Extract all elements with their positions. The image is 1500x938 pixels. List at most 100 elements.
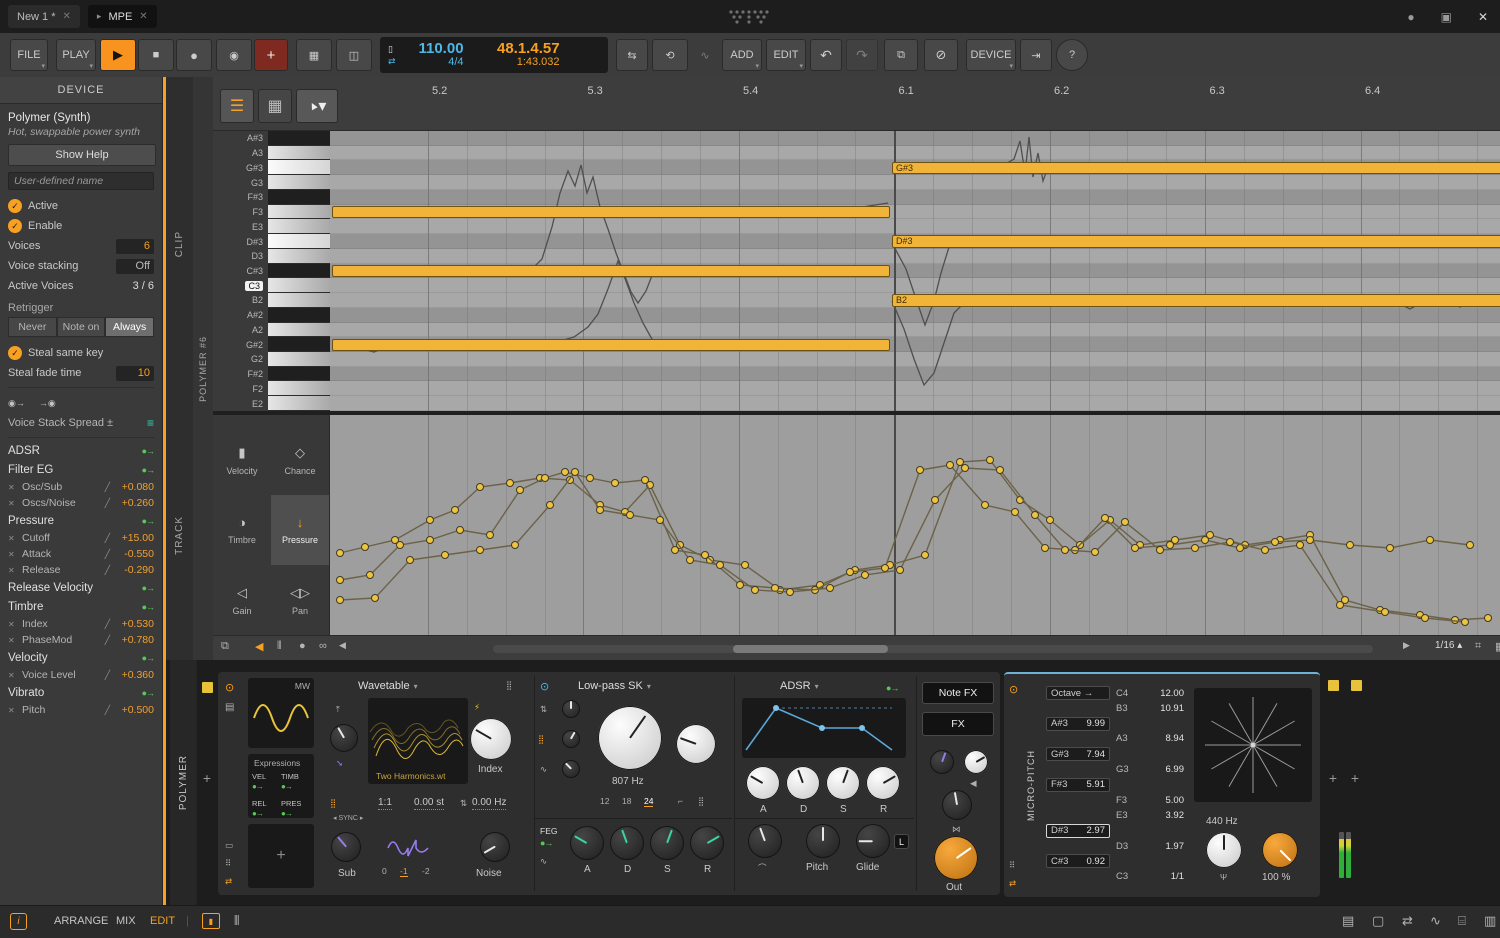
pressure-point[interactable] <box>917 467 924 474</box>
piano-key-row[interactable]: C3 <box>213 278 330 293</box>
steal-fade-time-value[interactable]: 10 <box>116 366 154 381</box>
pressure-point[interactable] <box>1157 547 1164 554</box>
sub-oct-2-option[interactable]: -2 <box>422 866 430 876</box>
remove-mod-icon[interactable]: ✕ <box>8 620 18 629</box>
route-in-icon[interactable]: ◉→ <box>8 398 25 409</box>
expression-source-rel[interactable]: REL●→ <box>252 799 281 818</box>
mod-target-row[interactable]: ✕Index╱+0.530 <box>8 616 154 632</box>
inspector-panel-icon[interactable]: ▢ <box>1372 913 1384 929</box>
toggle-row-active[interactable]: ✓Active <box>8 196 154 216</box>
remove-mod-icon[interactable]: ✕ <box>8 499 18 508</box>
env-curve-knob[interactable] <box>748 824 782 858</box>
transport-stop-button[interactable]: ■ <box>138 39 174 71</box>
pressure-point[interactable] <box>1262 547 1269 554</box>
mod-amount-value[interactable]: +0.530 <box>114 618 154 630</box>
show-help-button[interactable]: Show Help <box>8 144 156 166</box>
automation-write-button[interactable]: ◉ <box>216 39 252 71</box>
pressure-point[interactable] <box>477 547 484 554</box>
lane-strip[interactable]: POLYMER #6 <box>193 77 214 660</box>
reference-tune-knob[interactable] <box>1206 832 1242 868</box>
mod-amount-value[interactable]: +0.780 <box>114 634 154 646</box>
preset-browser-icon[interactable]: ▤ <box>225 702 234 713</box>
redo-button[interactable]: ↷ <box>846 39 878 71</box>
amount-knob[interactable] <box>1262 832 1298 868</box>
mod-source-header[interactable]: Timbre●→ <box>8 597 154 616</box>
pitch-value[interactable]: 5.91 <box>1087 779 1106 790</box>
piano-key-row[interactable]: A#3 <box>213 131 330 146</box>
wavetable-index-knob[interactable] <box>470 718 512 760</box>
piano-key-row[interactable]: F#2 <box>213 367 330 382</box>
detail-panel-toggle-icon[interactable]: ▮ <box>202 913 220 929</box>
remove-mod-icon[interactable]: ✕ <box>8 550 18 559</box>
expand-icon[interactable]: ⇄ <box>225 876 232 887</box>
pitch-value[interactable]: 10.91 <box>1160 703 1184 714</box>
pressure-point[interactable] <box>742 562 749 569</box>
amount-value[interactable]: 100 % <box>1262 872 1290 883</box>
pitch-row-a3[interactable]: A38.94 <box>1112 732 1188 746</box>
piano-key[interactable] <box>268 190 330 205</box>
pressure-point[interactable] <box>1227 539 1234 546</box>
piano-key[interactable] <box>268 234 330 249</box>
piano-key-row[interactable]: D#3 <box>213 234 330 249</box>
filter-slope-24[interactable]: 24 <box>644 796 653 807</box>
expression-tab-chance[interactable]: ◇Chance <box>271 425 329 495</box>
pressure-point[interactable] <box>1467 542 1474 549</box>
undo-button[interactable]: ↶ <box>810 39 842 71</box>
slope-shape-icon[interactable]: ⌐ <box>678 796 683 806</box>
mod-amount-value[interactable]: +0.080 <box>114 481 154 493</box>
pressure-point[interactable] <box>547 502 554 509</box>
scrollbar-thumb[interactable] <box>733 645 888 653</box>
filter-slope-12[interactable]: 12 <box>600 796 609 806</box>
close-window-icon[interactable]: ✕ <box>1478 10 1488 24</box>
route-out-icon[interactable]: →◉ <box>39 398 56 409</box>
filter-spread-knob[interactable] <box>562 730 580 748</box>
index-mod-icon[interactable]: ⚡ <box>474 702 480 713</box>
layers-icon[interactable]: ⧉ <box>221 640 229 653</box>
piano-key[interactable] <box>268 308 330 323</box>
filter-keytrack-icon[interactable]: ⇅ <box>540 704 547 715</box>
pressure-point[interactable] <box>982 502 989 509</box>
edit-view-button[interactable]: EDIT <box>150 915 175 927</box>
device-power-icon[interactable]: ⊙ <box>1009 683 1018 696</box>
pressure-point[interactable] <box>487 532 494 539</box>
chain-color-tag[interactable] <box>1328 680 1339 691</box>
mod-amount-value[interactable]: +15.00 <box>114 532 154 544</box>
pressure-point[interactable] <box>1485 615 1492 622</box>
loop-button[interactable]: ⟲ <box>652 39 688 71</box>
keyboard-panel-icon[interactable]: ⌸ <box>1458 913 1466 929</box>
piano-key[interactable] <box>268 396 330 411</box>
pressure-point[interactable] <box>642 477 649 484</box>
expression-source-timb[interactable]: TIMB●→ <box>281 772 310 791</box>
pitch-value[interactable]: 5.00 <box>1166 795 1185 806</box>
pitch-row-f3[interactable]: F35.00 <box>1112 793 1188 807</box>
sub-shape-display[interactable] <box>386 836 430 860</box>
filter-keytrack-knob[interactable] <box>562 700 580 718</box>
pointer-tool-button[interactable]: ▲ ▾ <box>296 89 338 123</box>
pressure-point[interactable] <box>1047 517 1054 524</box>
osc-shape-knob[interactable] <box>330 724 358 752</box>
pressure-point[interactable] <box>1102 515 1109 522</box>
pitch-value[interactable]: 0.92 <box>1087 856 1106 867</box>
pressure-point[interactable] <box>1132 545 1139 552</box>
remove-mod-icon[interactable]: ✕ <box>8 636 18 645</box>
noise-level-knob[interactable] <box>480 832 510 862</box>
piano-key-row[interactable]: G#2 <box>213 337 330 352</box>
filter-cutoff-value[interactable]: 807 Hz <box>612 776 644 787</box>
pitch-value[interactable]: 3.92 <box>1166 810 1185 821</box>
zoom-grid-icon[interactable]: ▦ <box>1495 640 1500 653</box>
wavetable-name[interactable]: Two Harmonics.wt <box>376 771 445 781</box>
piano-key-row[interactable]: F3 <box>213 205 330 220</box>
remove-mod-icon[interactable]: ✕ <box>8 671 18 680</box>
remove-mod-icon[interactable]: ✕ <box>8 706 18 715</box>
tempo-value[interactable]: 110.00 <box>418 41 463 57</box>
note-grid[interactable]: G#3D#3B2 <box>330 131 1500 411</box>
pressure-point[interactable] <box>1122 519 1129 526</box>
pressure-point[interactable] <box>1387 545 1394 552</box>
output-gain-knob[interactable] <box>934 836 978 880</box>
wavetable-browser-icon[interactable]: ⣿ <box>506 680 512 691</box>
fill-mode-button[interactable]: ▦ <box>296 39 332 71</box>
steal-same-key-row[interactable]: ✓ Steal same key <box>8 343 154 363</box>
mic-icon[interactable]: ● <box>299 640 306 652</box>
filter-cutoff-knob[interactable] <box>598 706 662 770</box>
piano-key[interactable] <box>268 381 330 396</box>
